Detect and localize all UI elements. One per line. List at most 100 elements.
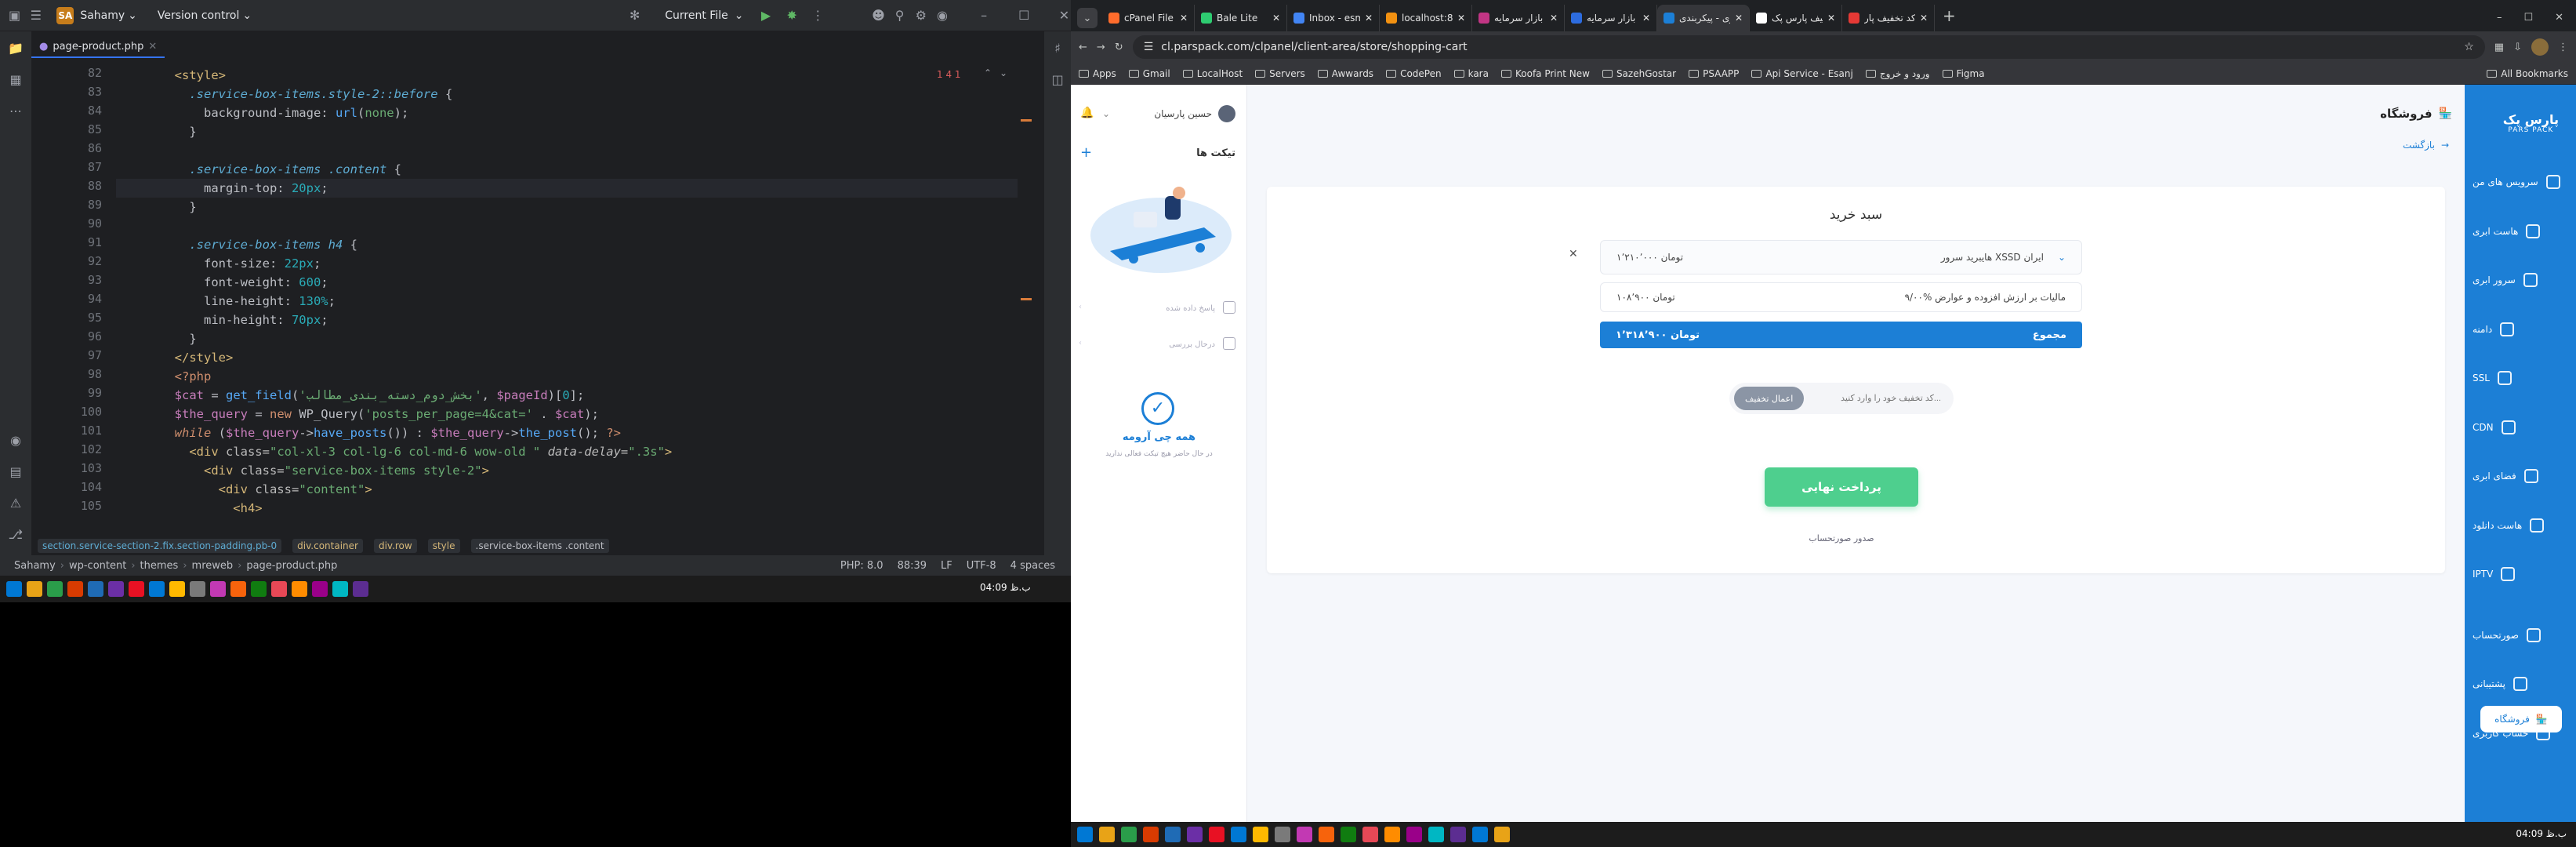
code-line[interactable]: margin-top: 20px; — [116, 179, 1018, 198]
taskbar-app-icon[interactable] — [251, 581, 267, 597]
folder-icon[interactable]: 📁 — [7, 39, 24, 56]
store-button[interactable]: فروشگاه 🏪 — [2480, 706, 2562, 732]
add-ticket-button[interactable]: + — [1080, 144, 1092, 161]
bookmark-item[interactable]: kara — [1453, 68, 1489, 79]
code-line[interactable]: <?php — [116, 367, 1018, 386]
close-tab-icon[interactable]: ✕ — [1827, 13, 1835, 24]
taskbar-app-icon[interactable] — [1143, 827, 1159, 842]
services-icon[interactable]: ◉ — [7, 431, 24, 449]
browser-tab[interactable]: cPanel File Manager ✕ — [1102, 5, 1195, 31]
browser-tab[interactable]: کد تخفیف پارس پک ✕ — [1750, 5, 1842, 31]
bookmark-item[interactable]: SazehGostar — [1602, 68, 1676, 79]
browser-tab[interactable]: Inbox - esmaeeli1923 ✕ — [1287, 5, 1380, 31]
sidebar-item[interactable]: دامنه — [2473, 318, 2568, 340]
close-tab-icon[interactable]: ✕ — [1735, 13, 1743, 24]
code-editor[interactable]: <style> .service-box-items.style-2::befo… — [116, 66, 1033, 536]
code-line[interactable]: $cat = get_field('بخش_دوم_دسته_بندی_مطال… — [116, 386, 1018, 405]
more-icon[interactable]: ⋮ — [811, 7, 825, 24]
structure-icon[interactable]: ▦ — [7, 71, 24, 88]
notifications-icon[interactable]: ◉ — [935, 7, 949, 24]
terminal-icon[interactable]: ▤ — [7, 463, 24, 480]
code-line[interactable]: while ($the_query->have_posts()) : $the_… — [116, 424, 1018, 442]
bookmark-item[interactable]: Awwards — [1317, 68, 1373, 79]
back-icon[interactable]: ← — [1079, 42, 1087, 53]
breadcrumb-item[interactable]: div.container — [292, 539, 363, 553]
status-item[interactable]: 4 spaces — [1010, 560, 1055, 572]
browser-tab[interactable]: localhost:8080 / MySQL ✕ — [1380, 5, 1472, 31]
taskbar-app-icon[interactable] — [1450, 827, 1466, 842]
final-payment-button[interactable]: پرداخت نهایی — [1765, 467, 1918, 507]
cart-item-row[interactable]: ۱٬۲۱۰٬۰۰۰ تومان هایبرید سرور XSSD ایران … — [1600, 240, 2082, 274]
status-path-item[interactable]: page-product.php — [246, 560, 337, 572]
status-path[interactable]: Sahamy › wp-content › themes › mreweb › page-pro… — [14, 560, 337, 572]
project-selector[interactable]: SA Sahamy ⌄ — [56, 6, 137, 24]
taskbar-app-icon[interactable] — [312, 581, 328, 597]
close-tab-icon[interactable]: ✕ — [1920, 13, 1928, 24]
search-icon[interactable]: ⚲ — [893, 7, 906, 24]
code-line[interactable]: min-height: 70px; — [116, 311, 1018, 329]
bookmark-item[interactable]: PSAAPP — [1689, 68, 1739, 79]
taskbar-app-icon[interactable] — [1472, 827, 1488, 842]
code-line[interactable]: line-height: 130%; — [116, 292, 1018, 311]
user-icon[interactable]: ☻ — [872, 7, 885, 24]
problems-icon[interactable]: ⚠ — [7, 494, 24, 511]
taskbar-app-icon[interactable] — [230, 581, 246, 597]
taskbar-app-icon[interactable] — [210, 581, 226, 597]
bookmark-item[interactable]: Figma — [1942, 68, 1985, 79]
status-path-item[interactable]: themes — [140, 560, 179, 572]
code-line[interactable]: <style> — [116, 66, 1018, 85]
close-tab-icon[interactable]: ✕ — [1642, 13, 1650, 24]
taskbar-app-icon[interactable] — [1297, 827, 1312, 842]
browser-tab[interactable]: بیشترین کد تخفیف پار ✕ — [1842, 5, 1935, 31]
code-line[interactable] — [116, 141, 1018, 160]
taskbar-app-icon[interactable] — [169, 581, 185, 597]
avatar[interactable] — [2531, 38, 2549, 56]
taskbar-app-icon[interactable] — [292, 581, 307, 597]
sidebar-item[interactable]: صورتحساب — [2473, 624, 2568, 646]
all-bookmarks[interactable]: All Bookmarks — [2487, 68, 2568, 79]
star-icon[interactable]: ☆ — [2464, 41, 2474, 53]
sidebar-item[interactable]: هاست ابری — [2473, 220, 2568, 242]
bookmark-item[interactable]: Apps — [1079, 68, 1116, 79]
address-bar[interactable]: ☰ cl.parspack.com/clpanel/client-area/st… — [1132, 35, 2485, 59]
code-line[interactable]: $the_query = new WP_Query('posts_per_pag… — [116, 405, 1018, 424]
tab-page-product[interactable]: ● page-product.php ✕ — [31, 36, 165, 58]
taskbar-app-icon[interactable] — [67, 581, 83, 597]
minimize-icon[interactable]: – — [978, 7, 991, 24]
status-right[interactable]: PHP: 8.0 88:39 LF UTF-8 4 spaces — [840, 560, 1071, 572]
taskbar-app-icon[interactable] — [1165, 827, 1181, 842]
browser-tab[interactable]: پنل کاربری - پیکربندی ✕ — [1657, 5, 1750, 31]
browser-tab[interactable]: بازار سرمایه ✕ — [1565, 5, 1657, 31]
code-line[interactable]: .service-box-items.style-2::before { — [116, 85, 1018, 104]
taskbar-app-icon[interactable] — [1231, 827, 1246, 842]
status-path-item[interactable]: wp-content — [69, 560, 126, 572]
status-item[interactable]: UTF-8 — [967, 560, 996, 572]
sidebar-item[interactable]: سرویس های من — [2473, 171, 2568, 193]
notifications-bell-icon[interactable]: ♯ — [1049, 39, 1066, 56]
taskbar-app-icon[interactable] — [1494, 827, 1510, 842]
filter-pending[interactable]: درحال بررسی — [1169, 340, 1215, 349]
status-item[interactable]: LF — [941, 560, 952, 572]
user-menu[interactable]: ⌄ حسین پارسیان — [1102, 104, 1235, 124]
taskbar-app-icon[interactable] — [332, 581, 348, 597]
code-line[interactable]: <h4> — [116, 499, 1018, 518]
maximize-icon[interactable]: ☐ — [2523, 12, 2533, 24]
browser-tab[interactable]: پیشخوان ‹ بازار سرمایه ✕ — [1472, 5, 1565, 31]
code-line[interactable]: } — [116, 198, 1018, 216]
bookmark-item[interactable]: ورود و خروج — [1865, 68, 1930, 79]
taskbar-app-icon[interactable] — [271, 581, 287, 597]
code-line[interactable]: font-size: 22px; — [116, 254, 1018, 273]
status-path-item[interactable]: Sahamy — [14, 560, 56, 572]
remove-item-icon[interactable]: ✕ — [1569, 248, 1578, 260]
bookmark-item[interactable]: Gmail — [1128, 68, 1170, 79]
taskbar-app-icon[interactable] — [108, 581, 124, 597]
reload-icon[interactable]: ↻ — [1115, 42, 1123, 53]
forward-icon[interactable]: → — [1097, 42, 1105, 53]
taskbar-app-icon[interactable] — [1187, 827, 1203, 842]
code-line[interactable]: .service-box-items .content { — [116, 160, 1018, 179]
settings-icon[interactable]: ⚙ — [914, 7, 927, 24]
hamburger-icon[interactable]: ☰ — [29, 7, 42, 24]
vcs-menu[interactable]: Version control ⌄ — [151, 9, 252, 22]
browser-tab[interactable]: Bale Lite ✕ — [1195, 5, 1287, 31]
taskbar-app-icon[interactable] — [1209, 827, 1225, 842]
